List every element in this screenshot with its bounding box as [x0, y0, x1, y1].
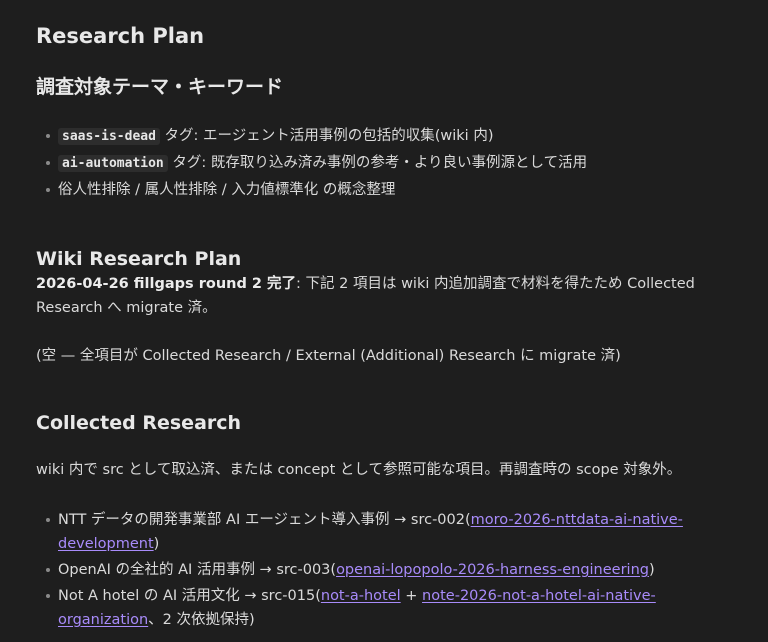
tag-code: saas-is-dead [58, 128, 160, 145]
list-item: OpenAI の全社的 AI 活用事例 → src-003(openai-lop… [46, 558, 732, 582]
document: Research Plan 調査対象テーマ・キーワード saas-is-dead… [0, 0, 768, 632]
wiki-empty-note: (空 — 全項目が Collected Research / External … [36, 348, 621, 364]
wiki-heading: Wiki Research Plan [36, 248, 242, 270]
list-item: saas-is-dead タグ: エージェント活用事例の包括的収集(wiki 内… [46, 124, 732, 149]
collected-heading: Collected Research [36, 412, 242, 434]
list-item-text: タグ: 既存取り込み済み事例の参考・より良い事例源として活用 [167, 155, 588, 171]
keywords-heading: 調査対象テーマ・キーワード [36, 76, 284, 98]
list-item-tail: ) [153, 536, 160, 552]
list-item: ai-automation タグ: 既存取り込み済み事例の参考・より良い事例源と… [46, 151, 732, 176]
list-item-text: OpenAI の全社的 AI 活用事例 → src-003( [58, 562, 337, 578]
list-item-text: Not A hotel の AI 活用文化 → src-015( [58, 588, 321, 604]
tag-code: ai-automation [58, 155, 168, 172]
wiki-note: 2026-04-26 fillgaps round 2 完了: 下記 2 項目は… [36, 272, 732, 320]
collected-list: NTT データの開発事業部 AI エージェント導入事例 → src-002(mo… [36, 508, 732, 632]
list-item: Not A hotel の AI 活用文化 → src-015(not-a-ho… [46, 584, 732, 632]
list-item-separator: + [400, 588, 423, 604]
list-item-tail: 、2 次依拠保持) [148, 612, 255, 628]
keywords-list: saas-is-dead タグ: エージェント活用事例の包括的収集(wiki 内… [36, 124, 732, 202]
wiki-link[interactable]: openai-lopopolo-2026-harness-engineering [336, 562, 649, 578]
collected-intro: wiki 内で src として取込済、または concept として参照可能な項… [36, 462, 682, 478]
list-item: NTT データの開発事業部 AI エージェント導入事例 → src-002(mo… [46, 508, 732, 556]
wiki-link[interactable]: not-a-hotel [321, 588, 401, 604]
list-item-text: NTT データの開発事業部 AI エージェント導入事例 → src-002( [58, 512, 471, 528]
list-item-text: タグ: エージェント活用事例の包括的収集(wiki 内) [159, 128, 494, 144]
wiki-note-bold: 2026-04-26 fillgaps round 2 完了 [36, 276, 297, 292]
list-item-tail: ) [648, 562, 655, 578]
list-item-text: 俗人性排除 / 属人性排除 / 入力値標準化 の概念整理 [58, 182, 396, 198]
list-item: 俗人性排除 / 属人性排除 / 入力値標準化 の概念整理 [46, 178, 732, 202]
page-title: Research Plan [36, 24, 205, 48]
